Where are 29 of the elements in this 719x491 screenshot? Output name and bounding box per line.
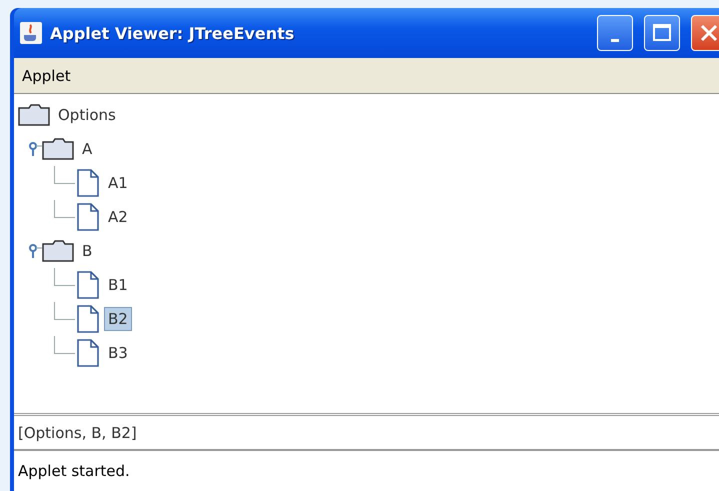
- document-icon: [76, 169, 100, 197]
- path-field[interactable]: [Options, B, B2]: [14, 416, 719, 451]
- minimize-icon: [611, 38, 619, 42]
- expanded-handle-icon[interactable]: [28, 243, 42, 259]
- tree-node[interactable]: B2: [104, 307, 132, 331]
- document-icon: [76, 271, 100, 299]
- tree-node[interactable]: Options: [54, 103, 120, 127]
- folder-icon: [42, 138, 74, 160]
- document-icon: [76, 305, 100, 333]
- coffee-cup-icon: [20, 22, 42, 44]
- tree-node[interactable]: B1: [104, 273, 132, 297]
- tree-node[interactable]: A1: [104, 171, 132, 195]
- close-icon: [699, 23, 719, 43]
- folder-icon: [18, 104, 50, 126]
- folder-icon: [42, 240, 74, 262]
- menu-item[interactable]: Applet: [14, 66, 79, 84]
- document-icon: [76, 203, 100, 231]
- window-title: Applet Viewer: JTreeEvents: [50, 24, 296, 42]
- minimize-button[interactable]: [597, 15, 633, 51]
- tree-node[interactable]: A: [78, 137, 96, 161]
- tree-node[interactable]: B3: [104, 341, 132, 365]
- status-text: Applet started.: [18, 462, 130, 480]
- tree-node[interactable]: B: [78, 239, 96, 263]
- maximize-button[interactable]: [644, 15, 680, 51]
- tree-node[interactable]: A2: [104, 205, 132, 229]
- document-icon: [76, 339, 100, 367]
- close-button[interactable]: [691, 15, 719, 51]
- expanded-handle-icon[interactable]: [28, 141, 42, 157]
- maximize-icon: [652, 23, 672, 43]
